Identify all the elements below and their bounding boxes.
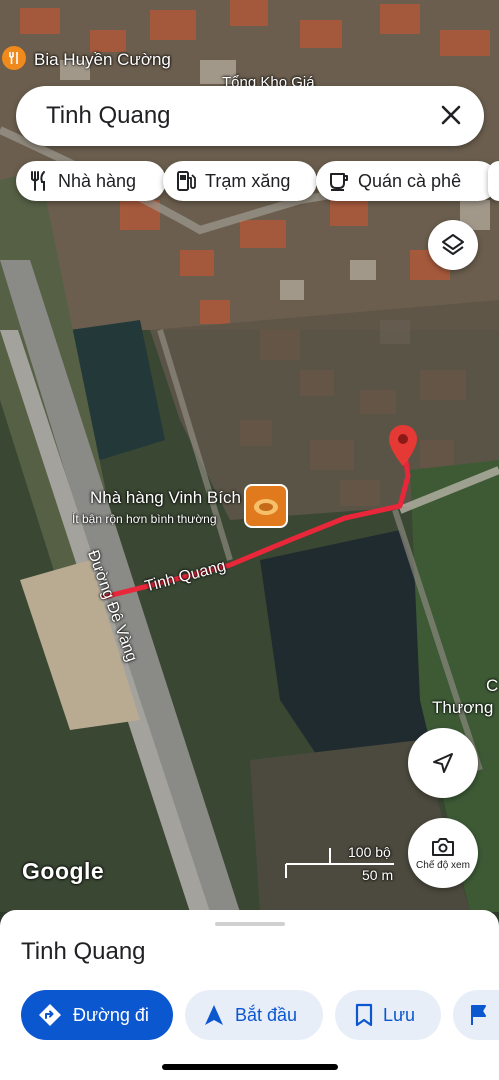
camera-icon — [432, 837, 454, 856]
layers-button[interactable] — [428, 220, 478, 270]
map-label-restaurant[interactable]: Nhà hàng Vinh Bích — [90, 488, 241, 508]
google-logo: Google — [22, 858, 105, 884]
close-icon[interactable] — [438, 102, 464, 128]
search-query[interactable]: Tinh Quang — [46, 102, 171, 130]
home-indicator[interactable] — [162, 1064, 338, 1070]
navigation-icon — [205, 1005, 223, 1025]
map-label-top-place[interactable]: Bia Huyền Cường — [34, 50, 171, 70]
directions-button[interactable]: Đường đi — [21, 990, 173, 1040]
place-title: Tinh Quang — [21, 938, 146, 965]
chip-label: Nhà hàng — [58, 170, 137, 191]
start-button[interactable]: Bắt đầu — [185, 990, 323, 1040]
map-label-restaurant-status: Ít bận rộn hơn bình thường — [72, 512, 217, 526]
chip-label: Trạm xăng — [205, 170, 291, 191]
my-location-button[interactable] — [408, 728, 478, 798]
chip-more[interactable] — [488, 161, 499, 201]
map-label-right-place-c: C — [486, 676, 499, 695]
bookmark-icon — [355, 1003, 373, 1027]
save-button[interactable]: Lưu — [335, 990, 441, 1040]
start-label: Bắt đầu — [235, 1004, 298, 1025]
gas-station-icon — [177, 171, 196, 191]
chip-label: Quán cà phê — [358, 170, 462, 191]
view-mode-label: Chế độ xem — [416, 859, 470, 871]
flag-icon — [471, 1005, 486, 1025]
share-button[interactable] — [453, 990, 499, 1040]
chip-cafes[interactable]: Quán cà phê — [316, 161, 498, 201]
sheet-handle[interactable] — [215, 922, 285, 926]
coffee-cup-icon — [330, 173, 348, 191]
chip-gas-stations[interactable]: Trạm xăng — [163, 161, 317, 201]
bar-marker-icon[interactable] — [2, 46, 26, 70]
save-label: Lưu — [383, 1004, 416, 1025]
bottom-sheet[interactable]: Tinh Quang Đường đi Bắt đầu Lưu — [0, 910, 499, 1080]
layers-icon — [442, 234, 464, 255]
view-mode-button[interactable]: Chế độ xem — [408, 818, 478, 888]
fork-knife-icon — [31, 171, 45, 191]
directions-icon — [39, 1004, 61, 1026]
search-bar[interactable]: Tinh Quang — [16, 86, 484, 146]
scale-bar — [285, 848, 394, 878]
map-label-right-place: Thương — [432, 698, 494, 717]
restaurant-marker[interactable] — [244, 484, 288, 528]
directions-label: Đường đi — [73, 1004, 149, 1025]
dish-icon — [254, 499, 278, 515]
navigation-arrow-icon — [433, 753, 453, 773]
chip-restaurants[interactable]: Nhà hàng — [16, 161, 166, 201]
location-pin-icon[interactable] — [387, 424, 419, 468]
